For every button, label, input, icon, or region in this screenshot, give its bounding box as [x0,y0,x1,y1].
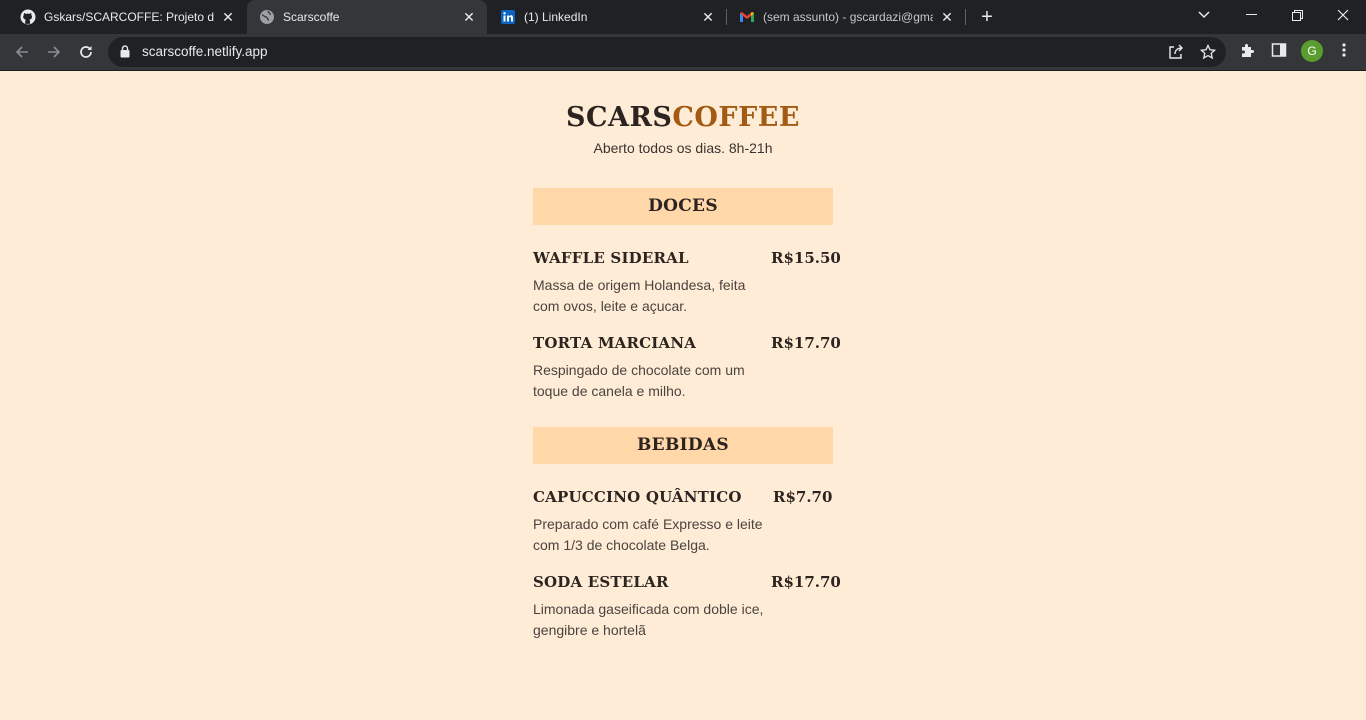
menu-item-price: R$15.50 [771,249,841,267]
brand-title: SCARSCOFFEE [0,102,1366,133]
menu-item-description: Respingado de chocolate com um toque de … [533,362,745,399]
restore-icon[interactable] [1274,0,1320,30]
github-icon [20,9,36,25]
bookmark-star-icon[interactable] [1199,43,1217,65]
tab-title: Scarscoffe [283,10,340,24]
back-arrow-icon[interactable] [9,39,35,65]
tab-linkedin[interactable]: (1) LinkedIn ✕ [488,0,726,34]
tab-github[interactable]: Gskars/SCARCOFFE: Projeto do " ✕ [8,0,246,34]
forward-arrow-icon[interactable] [41,39,67,65]
tab-scarscoffe[interactable]: Scarscoffe ✕ [247,0,487,34]
linkedin-icon [500,9,516,25]
brand-name-accent: COFFEE [672,102,800,133]
profile-avatar[interactable]: G [1301,40,1323,62]
menu-item-price: R$17.70 [771,573,841,591]
extensions-puzzle-icon[interactable] [1239,42,1256,64]
tab-gmail[interactable]: (sem assunto) - gscardazi@gmail ✕ [727,0,965,34]
opening-hours: Aberto todos os dias. 8h-21h [593,140,773,156]
reload-icon[interactable] [73,39,99,65]
close-tab-icon[interactable]: ✕ [939,9,955,25]
menu-item-name: TORTA MARCIANA [533,334,697,352]
tab-title: (sem assunto) - gscardazi@gmail [763,10,933,24]
section-header-bebidas: BEBIDAS [533,427,833,464]
close-window-icon[interactable] [1320,0,1366,30]
lock-icon[interactable] [120,45,130,63]
brand-name-dark: SCARS [566,102,673,133]
close-tab-icon[interactable]: ✕ [700,9,716,25]
menu-item-name: CAPUCCINO QUÂNTICO [533,488,742,506]
tab-separator [965,9,966,25]
gmail-icon [739,9,755,25]
page-content: SCARSCOFFEE Aberto todos os dias. 8h-21h… [0,71,1366,720]
minimize-icon[interactable] [1228,0,1274,30]
browser-toolbar: scarscoffe.netlify.app G [0,34,1366,71]
globe-icon [259,9,275,25]
share-icon[interactable] [1168,44,1184,65]
menu-item-description: Limonada gaseificada com doble ice, geng… [533,601,764,638]
close-tab-icon[interactable]: ✕ [461,9,477,25]
menu-item-name: SODA ESTELAR [533,573,669,591]
menu-item-description: Preparado com café Expresso e leite com … [533,516,763,553]
url-text[interactable]: scarscoffe.netlify.app [142,44,268,59]
tab-title: (1) LinkedIn [524,10,588,24]
new-tab-button[interactable]: + [976,6,998,28]
tab-title: Gskars/SCARCOFFE: Projeto do " [44,10,214,24]
tab-search-chevron-down-icon[interactable] [1181,0,1227,30]
menu-item-description: Massa de origem Holandesa, feita com ovo… [533,277,746,314]
address-bar[interactable]: scarscoffe.netlify.app [108,37,1226,67]
side-panel-icon[interactable] [1271,42,1287,63]
close-tab-icon[interactable]: ✕ [220,9,236,25]
section-header-doces: DOCES [533,188,833,225]
menu-item-name: WAFFLE SIDERAL [533,249,689,267]
kebab-menu-icon[interactable] [1336,42,1352,63]
browser-tab-strip: Gskars/SCARCOFFE: Projeto do " ✕ Scarsco… [0,0,1366,34]
menu-item-price: R$17.70 [771,334,841,352]
menu-item-price: R$7.70 [773,488,833,506]
